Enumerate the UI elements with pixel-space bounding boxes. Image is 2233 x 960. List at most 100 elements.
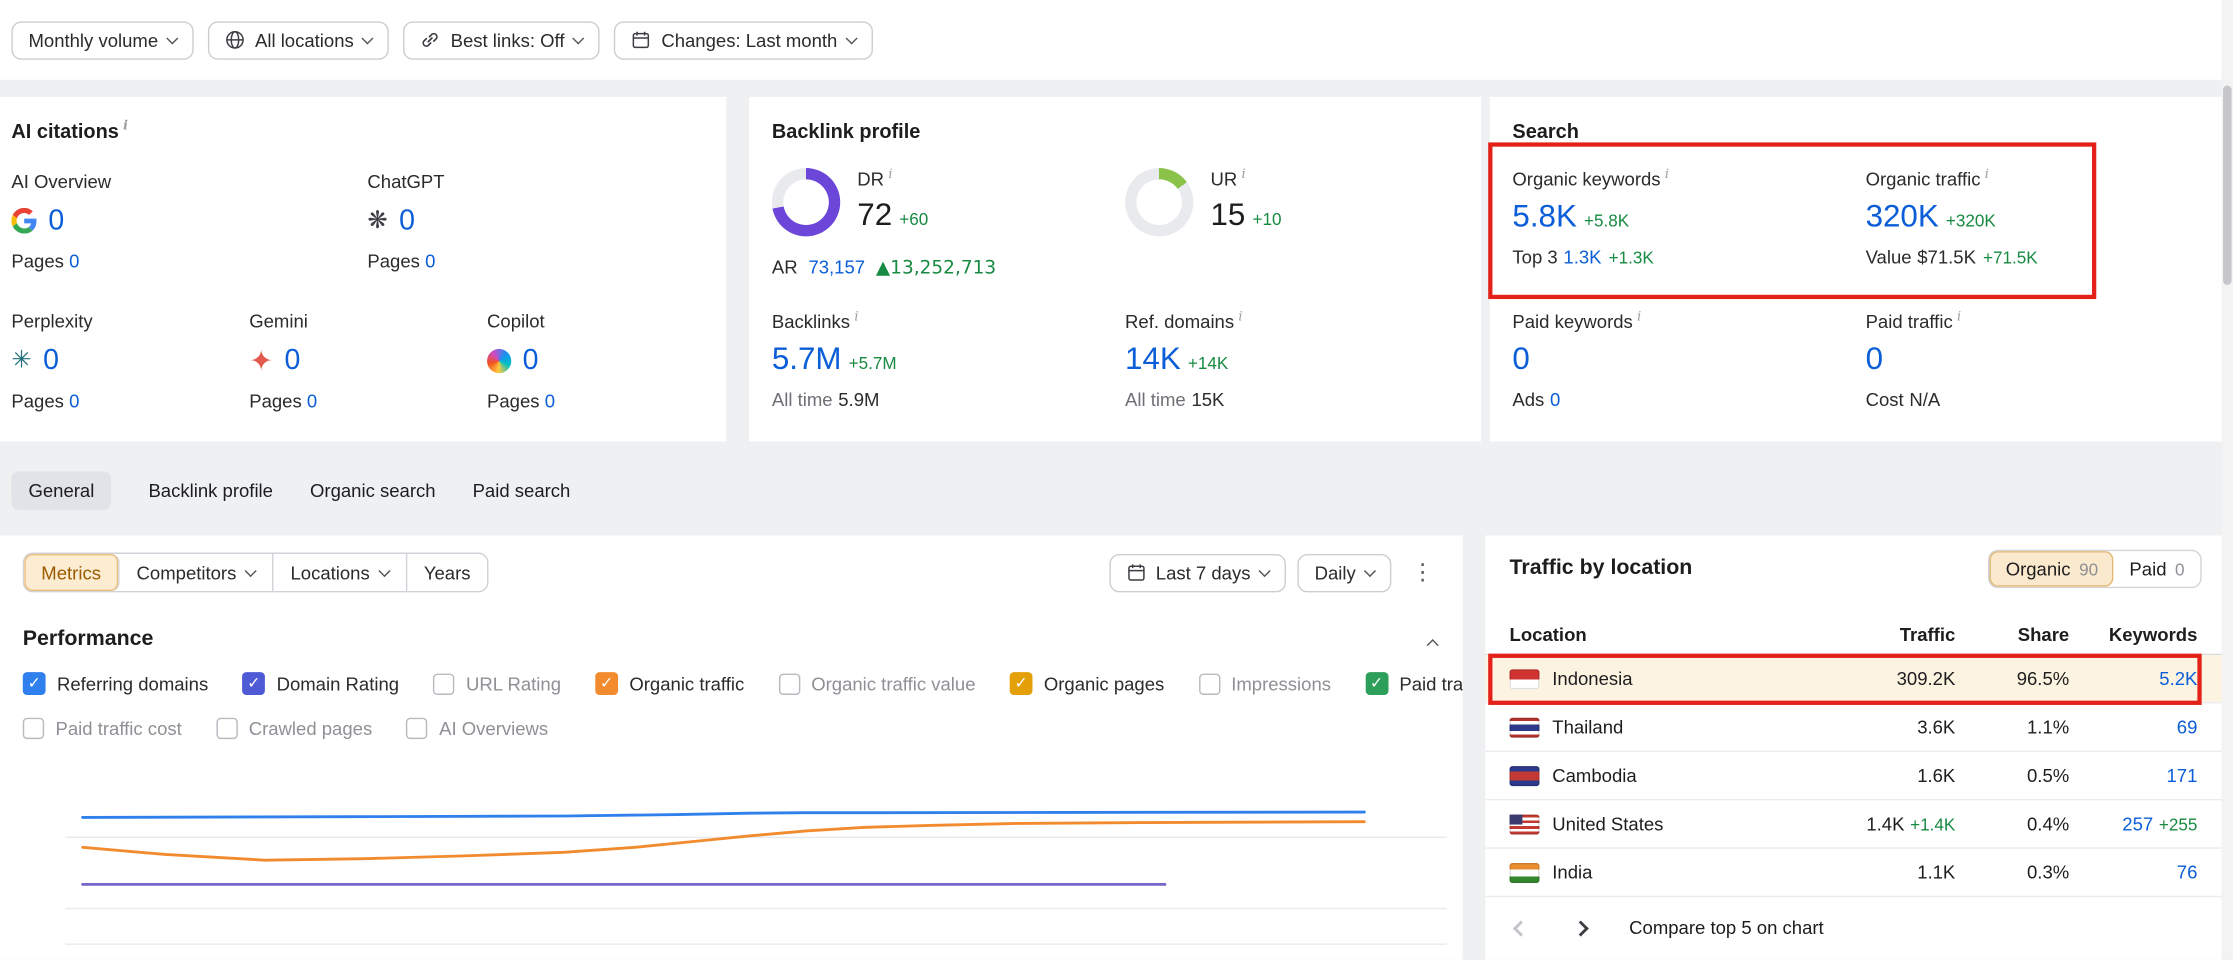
paid-keywords-link[interactable]: 0 xyxy=(1512,341,1529,377)
granularity-dropdown[interactable]: Daily xyxy=(1297,553,1391,591)
keywords-link[interactable]: 5.2K xyxy=(2159,668,2197,689)
years-tab[interactable]: Years xyxy=(407,554,488,591)
location-row-india[interactable]: India 1.1K 0.3% 76 xyxy=(1485,849,2221,897)
chevron-down-icon xyxy=(245,564,257,576)
volume-mode-label: Monthly volume xyxy=(28,29,158,50)
compare-top5-link[interactable]: Compare top 5 on chart xyxy=(1629,917,1824,938)
paid-toggle-button[interactable]: Paid0 xyxy=(2114,551,2200,587)
location-row-cambodia[interactable]: Cambodia 1.6K 0.5% 171 xyxy=(1485,752,2221,800)
keywords-link[interactable]: 171 xyxy=(2166,765,2197,786)
locations-dropdown[interactable]: Locations xyxy=(273,554,406,591)
ur-value: 15 xyxy=(1210,197,1245,233)
gemini-metric: Gemini ✦ 0 Pages 0 xyxy=(249,310,487,411)
ref-domains-stat: Ref. domains 14K+14K All time15K xyxy=(1125,310,1453,410)
ai-citations-title: AI citations xyxy=(11,120,128,143)
locations-filter-dropdown[interactable]: All locations xyxy=(208,21,389,59)
location-row-indonesia[interactable]: Indonesia 309.2K 96.5% 5.2K xyxy=(1485,655,2221,703)
top3-keywords-link[interactable]: 1.3K xyxy=(1563,247,1601,268)
best-links-dropdown[interactable]: Best links: Off xyxy=(404,21,600,59)
ref-domains-link[interactable]: 14K xyxy=(1125,341,1181,377)
ai-citations-panel: AI citations AI Overview 0 Pages 0 ChatG… xyxy=(0,97,726,442)
chevron-up-icon xyxy=(1427,639,1439,651)
chatgpt-icon: ❋ xyxy=(367,208,387,234)
perplexity-count[interactable]: 0 xyxy=(43,343,59,377)
info-icon xyxy=(1980,169,1988,190)
next-page-button[interactable] xyxy=(1569,911,1592,944)
backlinks-stat: Backlinks 5.7M+5.7M All time5.9M xyxy=(772,310,1100,410)
chart-period-controls: Last 7 days Daily xyxy=(1109,553,1443,591)
vertical-scrollbar[interactable] xyxy=(2222,0,2233,960)
united-states-flag-icon xyxy=(1510,814,1540,834)
chatgpt-pages-link[interactable]: 0 xyxy=(425,251,435,272)
gemini-count[interactable]: 0 xyxy=(284,343,300,377)
metric-checkbox-url-rating[interactable]: URL Rating xyxy=(433,672,561,695)
gemini-pages-link[interactable]: 0 xyxy=(307,390,317,411)
top-toolbar: Monthly volume All locations Best links:… xyxy=(0,0,2233,80)
info-icon xyxy=(1234,311,1242,332)
metrics-tab[interactable]: Metrics xyxy=(24,554,119,591)
backlinks-link[interactable]: 5.7M xyxy=(772,341,842,377)
calendar-icon xyxy=(1126,563,1146,583)
competitors-dropdown[interactable]: Competitors xyxy=(119,554,273,591)
paid-keywords-stat: Paid keywords 0 Ads0 xyxy=(1512,310,1847,410)
location-row-united-states[interactable]: United States 1.4K+1.4K 0.4% 257+255 xyxy=(1485,800,2221,848)
chart-line-organic-traffic xyxy=(83,822,1365,860)
scrollbar-thumb[interactable] xyxy=(2223,85,2232,284)
organic-traffic-link[interactable]: 320K xyxy=(1866,198,1939,234)
ai-overview-pages-link[interactable]: 0 xyxy=(69,251,79,272)
checkbox-icon xyxy=(23,672,46,695)
metric-checkbox-ai-overviews[interactable]: AI Overviews xyxy=(406,718,548,739)
backlink-profile-panel: Backlink profile DR 72+60 AR 73,157 ▲13,… xyxy=(749,97,1481,442)
metric-checkbox-organic-traffic[interactable]: Organic traffic xyxy=(595,672,744,695)
view-segmented-control: Metrics Competitors Locations Years xyxy=(23,553,489,593)
tab-general[interactable]: General xyxy=(11,471,111,509)
keywords-link[interactable]: 76 xyxy=(2177,862,2198,883)
gemini-icon: ✦ xyxy=(249,347,273,373)
chevron-down-icon xyxy=(362,32,374,44)
metric-checkbox-organic-traffic-value[interactable]: Organic traffic value xyxy=(778,672,975,695)
info-icon xyxy=(850,311,858,332)
copilot-count[interactable]: 0 xyxy=(523,343,539,377)
checkbox-icon xyxy=(1198,673,1219,694)
date-range-dropdown[interactable]: Last 7 days xyxy=(1109,553,1286,591)
perplexity-icon: ✳ xyxy=(11,347,31,373)
ur-delta: +10 xyxy=(1252,210,1281,230)
collapse-section-button[interactable] xyxy=(1428,632,1437,653)
organic-keywords-link[interactable]: 5.8K xyxy=(1512,198,1576,234)
keywords-link[interactable]: 257 xyxy=(2122,813,2153,834)
paid-traffic-link[interactable]: 0 xyxy=(1866,341,1883,377)
performance-title: Performance xyxy=(23,627,154,651)
changes-period-dropdown[interactable]: Changes: Last month xyxy=(614,21,873,59)
dr-value: 72 xyxy=(857,197,892,233)
checkbox-icon xyxy=(242,672,265,695)
tab-paid-search[interactable]: Paid search xyxy=(473,471,571,509)
ai-citations-row-1: AI Overview 0 Pages 0 ChatGPT ❋ 0 Pages … xyxy=(11,171,723,272)
ads-link[interactable]: 0 xyxy=(1550,389,1560,410)
performance-panel: Metrics Competitors Locations Years Last… xyxy=(0,535,1463,959)
metric-checkbox-crawled-pages[interactable]: Crawled pages xyxy=(216,718,372,739)
perplexity-pages-link[interactable]: 0 xyxy=(69,390,79,411)
traffic-by-location-panel: Traffic by location Organic90 Paid0 Loca… xyxy=(1485,535,2221,959)
tab-backlink-profile[interactable]: Backlink profile xyxy=(148,471,273,509)
prev-page-button[interactable] xyxy=(1510,911,1533,944)
ahrefs-rank-link[interactable]: 73,157 xyxy=(808,256,865,277)
india-flag-icon xyxy=(1510,862,1540,882)
metric-checkbox-referring-domains[interactable]: Referring domains xyxy=(23,672,208,695)
metric-checkbox-paid-traffic[interactable]: Paid traffic xyxy=(1365,672,1462,695)
ref-domains-delta: +14K xyxy=(1188,354,1228,374)
organic-toggle-button[interactable]: Organic90 xyxy=(1990,551,2114,587)
keywords-link[interactable]: 69 xyxy=(2177,716,2198,737)
copilot-pages-link[interactable]: 0 xyxy=(545,390,555,411)
metric-checkbox-paid-traffic-cost[interactable]: Paid traffic cost xyxy=(23,718,182,739)
tab-organic-search[interactable]: Organic search xyxy=(310,471,436,509)
search-panel: Search Organic keywords 5.8K+5.8K Top 31… xyxy=(1490,97,2222,442)
volume-mode-dropdown[interactable]: Monthly volume xyxy=(11,21,193,59)
metric-checkbox-impressions[interactable]: Impressions xyxy=(1198,672,1331,695)
ai-overview-count[interactable]: 0 xyxy=(48,204,64,238)
metric-checkbox-domain-rating[interactable]: Domain Rating xyxy=(242,672,399,695)
location-row-thailand[interactable]: Thailand 3.6K 1.1% 69 xyxy=(1485,704,2221,752)
chatgpt-count[interactable]: 0 xyxy=(399,204,415,238)
performance-chart xyxy=(66,758,1447,960)
more-options-button[interactable] xyxy=(1403,555,1443,589)
metric-checkbox-organic-pages[interactable]: Organic pages xyxy=(1010,672,1165,695)
